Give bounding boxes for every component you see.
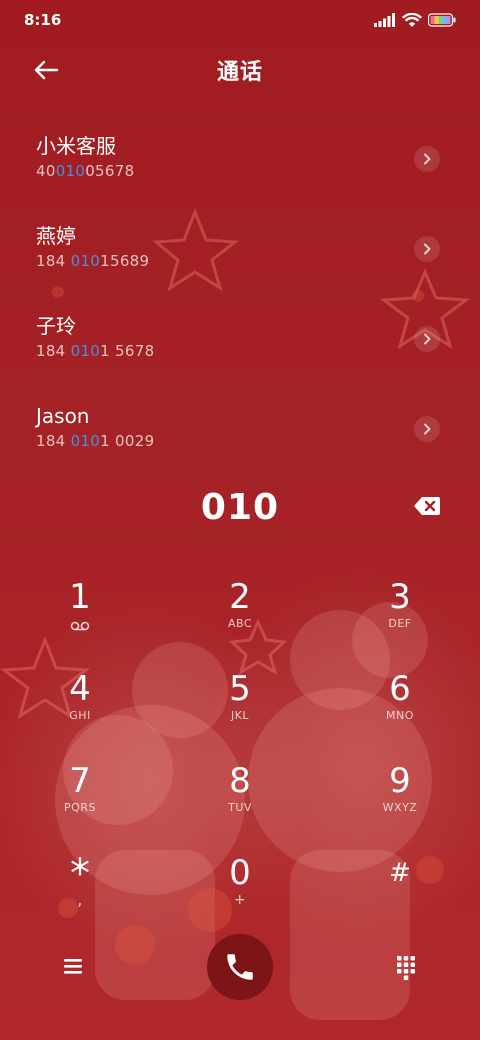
key-digit: 9: [389, 761, 411, 801]
contact-number: 4001005678: [36, 160, 480, 182]
key-digit: 8: [229, 761, 251, 801]
chevron-right-icon: [424, 423, 431, 435]
key-digit: *: [70, 851, 90, 897]
contact-item[interactable]: 燕婷 184 01015689: [0, 202, 480, 292]
key-2[interactable]: 2 ABC: [160, 566, 320, 658]
chevron-right-icon: [424, 243, 431, 255]
key-digit: 5: [229, 669, 251, 709]
signal-icon: [374, 13, 395, 27]
chevron-right-icon: [424, 153, 431, 165]
number-match: 010: [70, 342, 101, 360]
battery-icon: [428, 13, 456, 27]
key-letters: ABC: [227, 617, 253, 630]
arrow-left-icon: [34, 60, 59, 80]
number-suffix: 1 0029: [100, 432, 155, 450]
back-button[interactable]: [26, 54, 66, 86]
key-hash[interactable]: #: [320, 842, 480, 934]
status-icons: [374, 12, 456, 28]
contact-details-button[interactable]: [414, 326, 440, 352]
dial-display: 010: [0, 482, 480, 532]
key-letters: GHI: [69, 709, 91, 722]
contact-details-button[interactable]: [414, 146, 440, 172]
number-suffix: 05678: [85, 162, 135, 180]
voicemail-icon: [70, 621, 90, 631]
key-letters: DEF: [388, 617, 412, 630]
contact-number: 184 01015689: [36, 250, 480, 272]
dialed-number: 010: [200, 486, 280, 528]
key-9[interactable]: 9 WXYZ: [320, 750, 480, 842]
key-digit: 3: [389, 577, 411, 617]
status-time: 8:16: [24, 11, 62, 29]
phone-icon: [227, 954, 253, 980]
key-letters: ,: [77, 890, 83, 909]
number-match: 010: [55, 162, 86, 180]
key-digit: #: [389, 858, 411, 888]
key-7[interactable]: 7 PQRS: [0, 750, 160, 842]
contact-details-button[interactable]: [414, 236, 440, 262]
contact-suggestions-list: 小米客服 4001005678 燕婷 184 01015689 子玲 184 0…: [0, 112, 480, 472]
key-star[interactable]: * ,: [0, 842, 160, 934]
key-letters: MNO: [386, 709, 414, 722]
key-digit: 6: [389, 669, 411, 709]
number-match: 010: [70, 432, 101, 450]
page-title: 通话: [216, 60, 263, 85]
menu-icon: [64, 959, 82, 974]
number-match: 010: [70, 252, 101, 270]
number-prefix: 40: [36, 162, 56, 180]
contact-item[interactable]: Jason 184 0101 0029: [0, 382, 480, 472]
status-bar: 8:16: [0, 0, 480, 40]
key-8[interactable]: 8 TUV: [160, 750, 320, 842]
delete-button[interactable]: [412, 494, 442, 518]
contact-item[interactable]: 子玲 184 0101 5678: [0, 292, 480, 382]
number-prefix: 184: [36, 252, 71, 270]
wifi-icon: [402, 12, 422, 27]
contact-details-button[interactable]: [414, 416, 440, 442]
key-1[interactable]: 1: [0, 566, 160, 658]
menu-button[interactable]: [60, 954, 86, 978]
call-button[interactable]: [207, 934, 273, 1000]
number-suffix: 15689: [100, 252, 150, 270]
key-letters: PQRS: [64, 801, 96, 814]
key-0[interactable]: 0 +: [160, 842, 320, 934]
key-letters: +: [233, 892, 247, 908]
key-digit: 0: [229, 853, 251, 893]
bottom-action-bar: [0, 934, 480, 1000]
key-letters: TUV: [228, 801, 252, 814]
number-prefix: 184: [36, 342, 71, 360]
dial-keypad: 1 2 ABC 3 DEF 4 GHI 5 JKL 6 MNO 7 PQRS 8…: [0, 566, 480, 934]
key-letters: JKL: [230, 709, 250, 722]
key-5[interactable]: 5 JKL: [160, 658, 320, 750]
header: 通话: [0, 46, 480, 94]
dialpad-toggle-button[interactable]: [394, 954, 418, 980]
key-4[interactable]: 4 GHI: [0, 658, 160, 750]
key-digit: 2: [229, 577, 251, 617]
contact-number: 184 0101 0029: [36, 430, 480, 452]
key-digit: 7: [69, 761, 91, 801]
contact-item[interactable]: 小米客服 4001005678: [0, 112, 480, 202]
key-3[interactable]: 3 DEF: [320, 566, 480, 658]
key-digit: 4: [69, 669, 91, 709]
chevron-right-icon: [424, 333, 431, 345]
number-suffix: 1 5678: [100, 342, 155, 360]
key-letters: WXYZ: [382, 801, 418, 814]
dialpad-icon: [397, 956, 415, 980]
key-6[interactable]: 6 MNO: [320, 658, 480, 750]
key-digit: 1: [69, 577, 91, 617]
backspace-icon: [414, 497, 440, 515]
contact-number: 184 0101 5678: [36, 340, 480, 362]
number-prefix: 184: [36, 432, 71, 450]
